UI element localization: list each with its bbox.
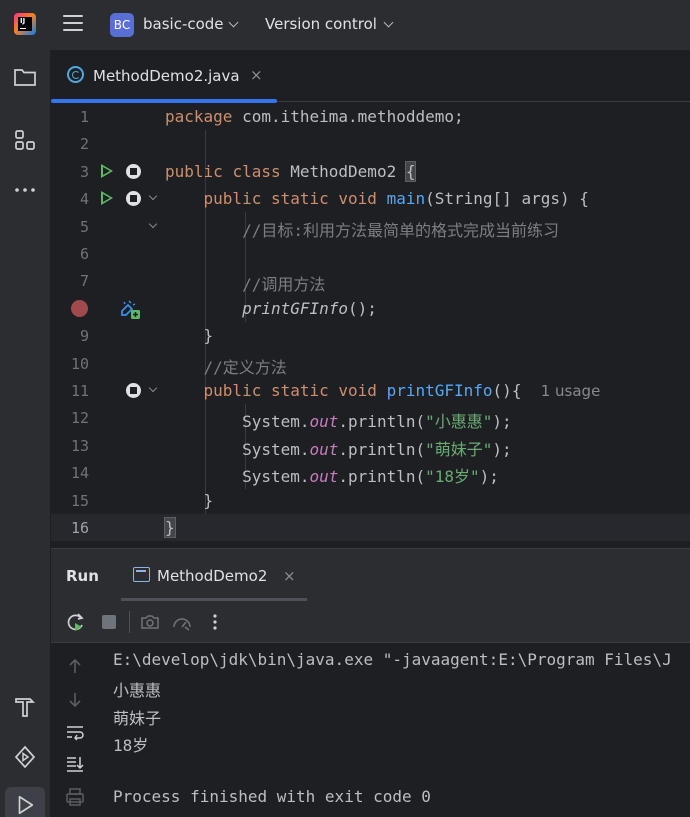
console-line: Process finished with exit code 0 [113,787,431,806]
console-output[interactable]: E:\develop\jdk\bin\java.exe "-javaagent:… [113,644,690,817]
build-hammer-icon[interactable] [13,695,37,719]
project-badge[interactable]: BC [110,13,134,37]
services-icon[interactable] [13,745,37,769]
code-line: 9 } [51,322,690,349]
version-control-dropdown[interactable]: Version control [265,15,377,33]
left-tool-strip [0,50,51,817]
console-line: 萌妹子 [113,709,162,728]
line-number: 4 [79,190,89,209]
more-icon[interactable] [13,178,37,202]
code-line: 1 package com.itheima.methoddemo; [51,103,690,130]
run-panel-header: Run MethodDemo2 × [51,549,690,601]
print-icon[interactable] [65,787,85,807]
tab-methoddemo2[interactable]: MethodDemo2.java × [51,50,277,103]
arrow-down-icon[interactable] [65,690,85,710]
code-line: 7 //调用方法 [51,267,690,294]
scroll-to-end-icon[interactable] [65,754,85,774]
toolbar-divider [129,611,130,633]
code-line: 6 [51,240,690,267]
run-tab-label: MethodDemo2 [157,567,268,585]
run-panel-title: Run [66,567,99,585]
code-line: 15 } [51,487,690,514]
code-line: 14 System.out.println("18岁"); [51,459,690,486]
project-name-dropdown[interactable]: basic-code [143,15,224,33]
intellij-logo-icon[interactable]: IJ [14,13,36,35]
console-line: 小惠惠 [113,681,162,700]
run-gutter-icon[interactable] [101,191,113,206]
close-icon[interactable]: × [283,567,296,585]
line-number: 15 [70,491,89,510]
java-class-icon [67,66,84,83]
line-number: 7 [79,272,89,291]
stop-gutter-icon[interactable] [126,163,141,179]
run-panel: Run MethodDemo2 × E:\develop\jdk\bin\jav… [51,548,690,817]
code-editor[interactable]: 1 package com.itheima.methoddemo; 2 3 pu… [51,103,690,544]
line-number: 13 [70,436,89,455]
line-number: 11 [70,382,89,400]
line-number: 3 [79,162,89,181]
run-icon [18,795,34,815]
stop-gutter-icon[interactable] [126,191,141,207]
structure-icon[interactable] [13,128,37,152]
fold-chevron-icon[interactable] [148,219,158,228]
console-line: 18岁 [113,736,149,755]
logo-letters: IJ [20,17,26,25]
profiler-icon[interactable] [172,612,192,632]
run-tab-methoddemo2[interactable]: MethodDemo2 × [121,549,307,601]
folder-icon[interactable] [13,65,37,89]
code-line: 11 public static void printGFInfo(){ 1 u… [51,377,690,404]
current-code-line: 16 } [51,514,690,542]
console-line: E:\develop\jdk\bin\java.exe "-javaagent:… [113,650,672,669]
fold-chevron-icon[interactable] [148,383,158,393]
line-number: 2 [79,135,89,154]
title-bar: IJ BC basic-code Version control [0,0,690,50]
close-icon[interactable]: × [250,66,263,84]
line-number: 10 [70,354,89,373]
code-line: printGFInfo(); [51,295,690,322]
project-chevron-down-icon[interactable] [228,17,239,28]
camera-icon[interactable] [140,612,160,632]
line-number: 12 [70,409,89,428]
tab-label: MethodDemo2.java [93,67,240,85]
code-line: 4 public static void main(String[] args)… [51,185,690,212]
line-number: 14 [70,464,89,483]
code-line: 3 public class MethodDemo2 { [51,158,690,185]
breakpoint-icon[interactable] [71,299,88,317]
console-gutter [51,644,99,817]
stop-icon[interactable] [99,612,119,632]
inject-language-icon[interactable] [119,298,141,320]
line-number: 16 [70,519,89,537]
line-number: 9 [79,327,89,346]
line-number: 1 [79,108,89,126]
arrow-up-icon[interactable] [65,656,85,676]
line-number: 5 [79,217,89,236]
code-line: 10 //定义方法 [51,350,690,377]
stop-gutter-icon[interactable] [126,383,141,398]
soft-wrap-icon[interactable] [65,722,85,742]
code-line: 2 [51,130,690,157]
run-tool-button[interactable] [5,787,45,817]
fold-chevron-icon[interactable] [148,191,158,201]
editor-tab-bar: MethodDemo2.java × [51,50,690,103]
code-line: 5 //目标:利用方法最简单的格式完成当前练习 [51,213,690,240]
usages-hint[interactable]: 1 usage [541,382,601,400]
code-line: 13 System.out.println("萌妹子"); [51,432,690,459]
console-icon [133,567,150,582]
version-control-chevron-down-icon[interactable] [383,17,394,28]
run-toolbar [51,601,690,643]
more-vertical-icon[interactable] [205,612,225,632]
rerun-icon[interactable] [66,612,86,632]
run-gutter-icon[interactable] [101,163,113,178]
main-menu-icon[interactable] [63,15,83,33]
line-number: 6 [79,245,89,263]
code-line: 12 System.out.println("小惠惠"); [51,404,690,431]
